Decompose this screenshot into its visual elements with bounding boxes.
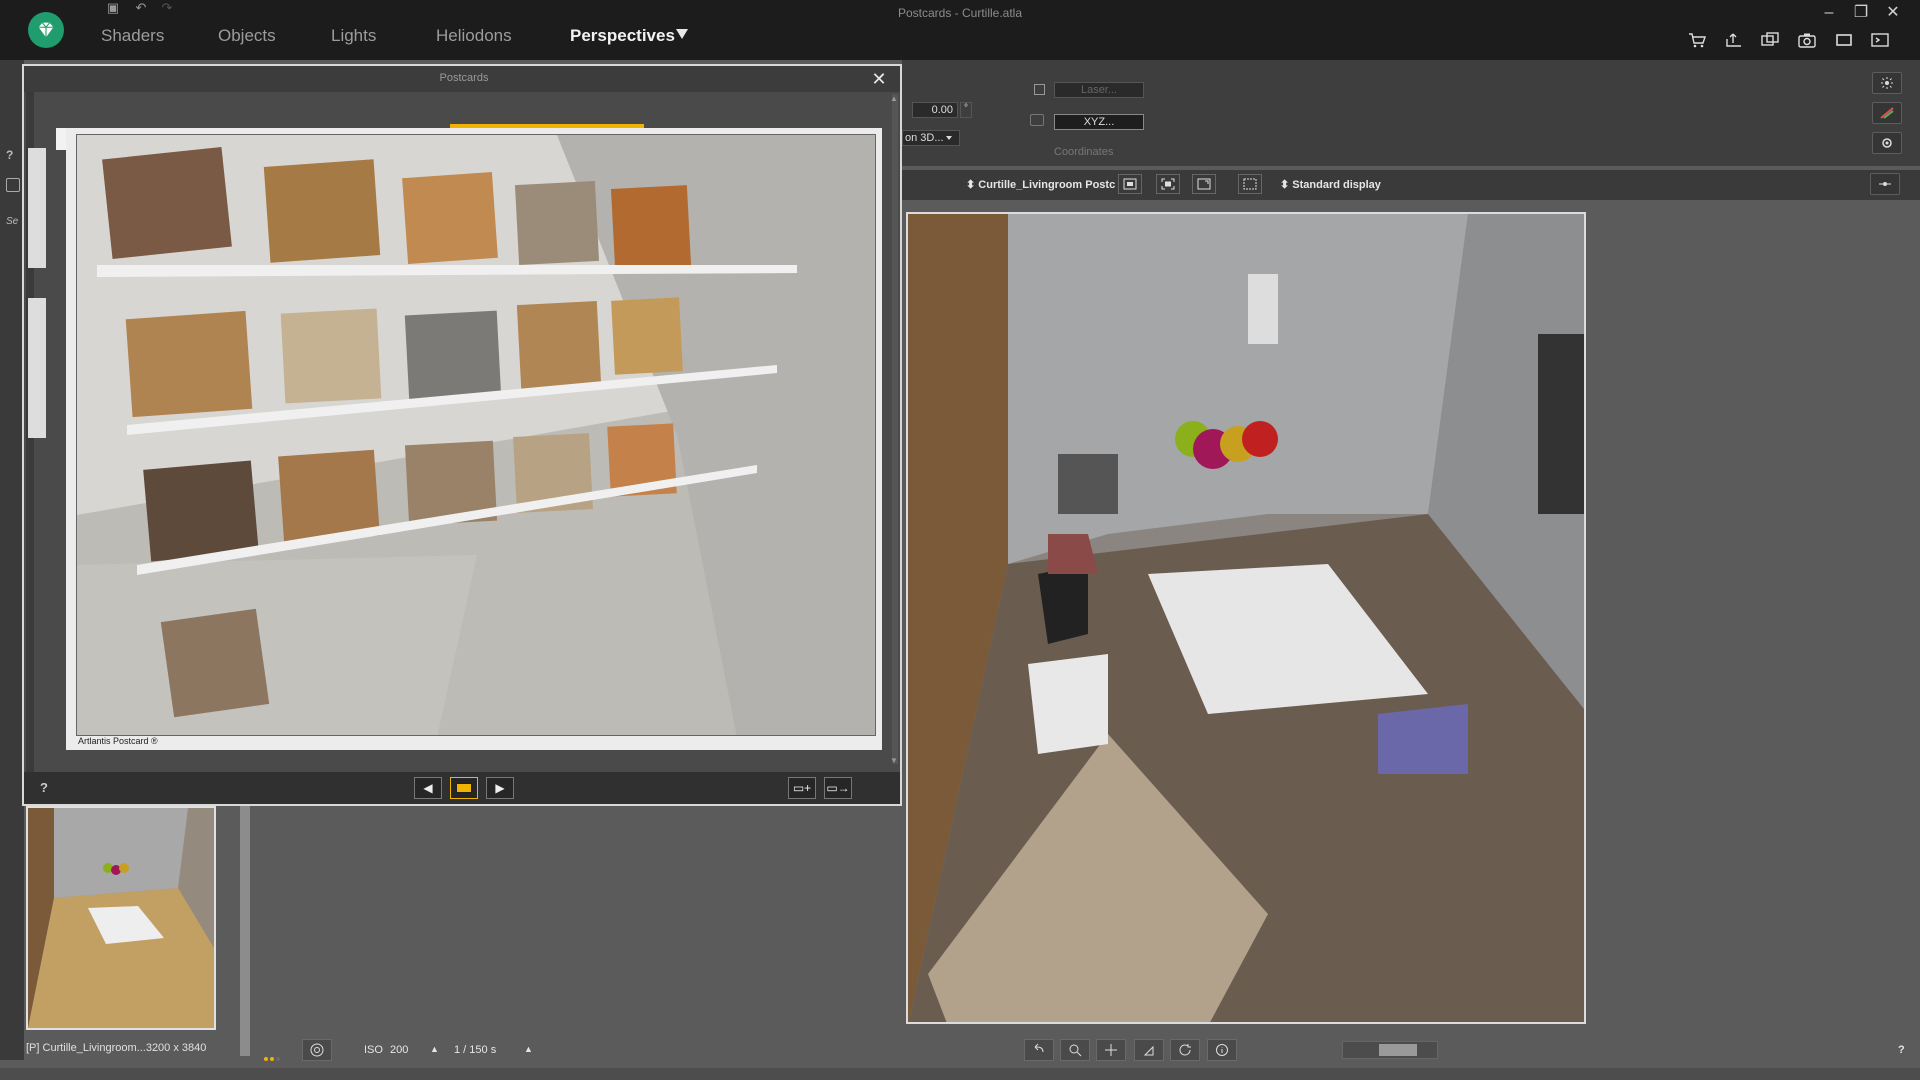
sun-tool-icon[interactable] [1872,72,1902,94]
postcard-view-icon [456,783,472,793]
restore-button[interactable]: ❐ [1846,2,1876,24]
rotate-icon[interactable] [1170,1039,1200,1061]
left-label-se: Se [6,216,19,227]
scroll-down-icon[interactable]: ▼ [890,756,898,765]
iso-stepper-icon[interactable]: ▲ [430,1044,439,1054]
mode-select-arrow-icon[interactable] [946,136,952,140]
aperture-icon[interactable] [302,1039,332,1061]
dialog-scrollbar[interactable] [892,94,898,764]
tab-shaders[interactable]: Shaders [101,26,164,46]
updown-icon: ⬍ [1280,179,1290,191]
left-help-button[interactable]: ? [6,148,13,162]
gear-icon[interactable] [1872,132,1902,154]
aspect-icon[interactable] [1238,174,1262,194]
zoom-region-icon[interactable] [1192,174,1216,194]
postcard-view-button[interactable] [450,777,478,799]
coordinates-label: Coordinates [1054,146,1114,158]
xyz-button[interactable]: XYZ... [1054,114,1144,130]
thumbnail-scrollbar[interactable] [240,806,250,1056]
angle-unit: ° [960,102,972,118]
shutter-stepper-icon[interactable]: ▲ [524,1044,533,1054]
left-tool-strip: ? Se [0,60,24,1060]
updown-icon: ⬍ [966,179,976,191]
render-viewport[interactable] [906,212,1586,1024]
dialog-footer: ? ◀ ▶ ▭+ ▭→ [24,772,900,804]
postcards-dialog: Postcards ✕ ▲ ▼ Artlantis Postcard ® ? ◀… [22,64,902,806]
minimize-button[interactable]: – [1814,2,1844,24]
left-camera-icon[interactable] [6,178,20,192]
perspective-select-label: Curtille_Livingroom Postc [978,179,1116,191]
display-select[interactable]: ⬍ Standard display [1280,178,1381,191]
color-tool-icon[interactable] [1872,102,1902,124]
camera-icon[interactable] [1793,28,1821,52]
top-bar: ▣ ↶ ↷ Shaders Objects Lights Heliodons P… [0,0,1920,60]
window-title: Postcards - Curtille.atla [897,6,1023,20]
tab-lights[interactable]: Lights [331,26,376,46]
perspective-select[interactable]: ⬍ Curtille_Livingroom Postc [966,178,1115,191]
export-icon[interactable] [1720,28,1748,52]
angle-field[interactable]: 0.00 [912,102,958,118]
crop-icon[interactable] [1830,28,1858,52]
zoom-slider-handle[interactable] [1379,1044,1417,1056]
close-button[interactable]: ✕ [1878,2,1908,24]
next-postcard-button[interactable]: ▶ [486,777,514,799]
wood-samples-image [77,135,875,735]
folder-icon[interactable] [1030,114,1044,126]
pan-icon[interactable] [1096,1039,1126,1061]
light-tool-icon[interactable] [1870,173,1900,195]
zoom-slider[interactable] [1342,1041,1438,1059]
tab-objects[interactable]: Objects [218,26,276,46]
thumbnail-render-image [28,808,214,1028]
laser-checkbox[interactable] [1034,84,1045,95]
frame-icon[interactable] [1118,174,1142,194]
bottom-help-button[interactable]: ? [1898,1044,1905,1056]
cart-icon[interactable] [1683,28,1711,52]
walk-icon[interactable] [1134,1039,1164,1061]
previous-postcard-button[interactable]: ◀ [414,777,442,799]
info-icon[interactable] [1207,1039,1237,1061]
fit-icon[interactable] [1156,174,1180,194]
iso-value[interactable]: 200 [390,1044,408,1056]
scroll-up-icon[interactable]: ▲ [890,94,898,103]
living-room-render [908,214,1584,1022]
windows-icon[interactable] [1756,28,1784,52]
status-bar [0,1068,1920,1080]
tab-perspectives[interactable]: Perspectives [570,26,675,46]
parameters-panel: 0.00 ° on 3D... Laser... XYZ... Coordina… [902,60,1920,166]
dialog-close-button[interactable]: ✕ [868,68,890,90]
shutter-value[interactable]: 1 / 150 s [454,1044,496,1056]
loading-dots-icon [264,1048,284,1061]
viewport-toolbar: ⬍ Curtille_Livingroom Postc ⬍ Standard d… [902,170,1920,200]
postcard-preview[interactable] [76,134,876,736]
dialog-help-button[interactable]: ? [40,780,48,795]
search-icon[interactable] [1060,1039,1090,1061]
perspective-thumbnail[interactable] [26,806,216,1030]
display-select-label: Standard display [1292,179,1381,191]
export-postcard-icon[interactable]: ▭→ [824,777,852,799]
side-card[interactable] [28,148,46,268]
iso-label: ISO [364,1044,383,1056]
side-card[interactable] [28,298,46,438]
laser-button[interactable]: Laser... [1054,82,1144,98]
postcard-caption: Artlantis Postcard ® [78,736,158,746]
back-icon[interactable] [1024,1039,1054,1061]
add-postcard-icon[interactable]: ▭+ [788,777,816,799]
perspectives-dropdown-icon[interactable] [676,29,688,39]
thumbnail-caption: [P] Curtille_Livingroom...3200 x 3840 [26,1042,207,1054]
tab-heliodons[interactable]: Heliodons [436,26,512,46]
render-icon[interactable] [1866,28,1894,52]
dialog-title: Postcards [439,72,489,84]
